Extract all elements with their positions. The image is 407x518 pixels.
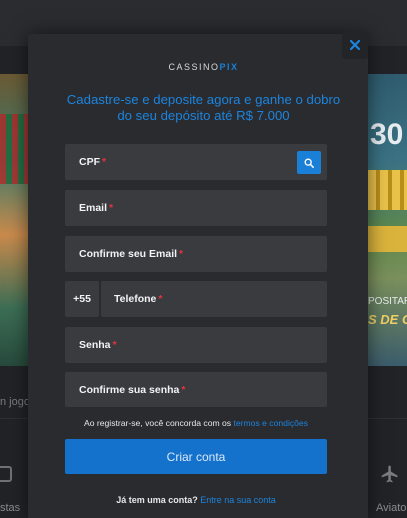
cassinopix-logo: CASSINOPIX (0, 62, 407, 72)
logo-part-1: CASSINO (168, 62, 220, 72)
background-jogo-text: n jogo (0, 396, 30, 408)
close-button[interactable] (342, 31, 368, 59)
required-marker: * (181, 383, 186, 396)
cpf-search-button[interactable] (297, 151, 321, 174)
password-label: Senha (79, 339, 111, 351)
terms-notice: Ao registrar-se, você concorda com os te… (0, 418, 392, 428)
phone-label: Telefone (114, 293, 157, 305)
password-confirm-field[interactable]: Confirme sua senha * (65, 372, 327, 407)
login-link[interactable]: Entre na sua conta (200, 495, 276, 505)
banner-right-gold-text: S DE G (368, 312, 407, 327)
banner-right-number: 30 (370, 118, 404, 151)
required-marker: * (102, 156, 107, 168)
headline: Cadastre-se e deposite agora e ganhe o d… (66, 92, 341, 123)
email-confirm-label: Confirme seu Email (79, 248, 178, 260)
banner-right-text: POSITAR (368, 296, 407, 307)
airplane-icon (381, 465, 398, 483)
login-question: Já tem uma conta? (116, 495, 198, 505)
email-label: Email (79, 202, 108, 214)
password-field[interactable]: Senha * (65, 327, 327, 363)
close-icon (350, 40, 360, 50)
required-marker: * (112, 339, 117, 351)
required-marker: * (109, 202, 114, 214)
password-confirm-label: Confirme sua senha (79, 383, 180, 396)
phone-field[interactable]: Telefone * (101, 281, 327, 317)
category-left-icon (0, 466, 12, 482)
phone-group: +55 Telefone * (65, 281, 327, 317)
email-confirm-field[interactable]: Confirme seu Email * (65, 236, 327, 272)
required-marker: * (179, 248, 184, 260)
cpf-field[interactable]: CPF * (65, 144, 327, 180)
background-banner-left (0, 74, 28, 366)
search-icon (304, 158, 314, 168)
email-field[interactable]: Email * (65, 190, 327, 226)
background-banner-right: 30 POSITAR S DE G (368, 74, 407, 366)
login-prompt: Já tem uma conta? Entre na sua conta (0, 495, 392, 505)
required-marker: * (158, 293, 163, 305)
phone-prefix-select[interactable]: +55 (65, 281, 99, 317)
logo-part-2: PIX (219, 62, 239, 72)
terms-text: Ao registrar-se, você concorda com os (83, 418, 232, 428)
terms-link[interactable]: termos e condições (233, 418, 308, 428)
cpf-label: CPF (79, 156, 100, 168)
create-account-button[interactable]: Criar conta (65, 439, 327, 474)
